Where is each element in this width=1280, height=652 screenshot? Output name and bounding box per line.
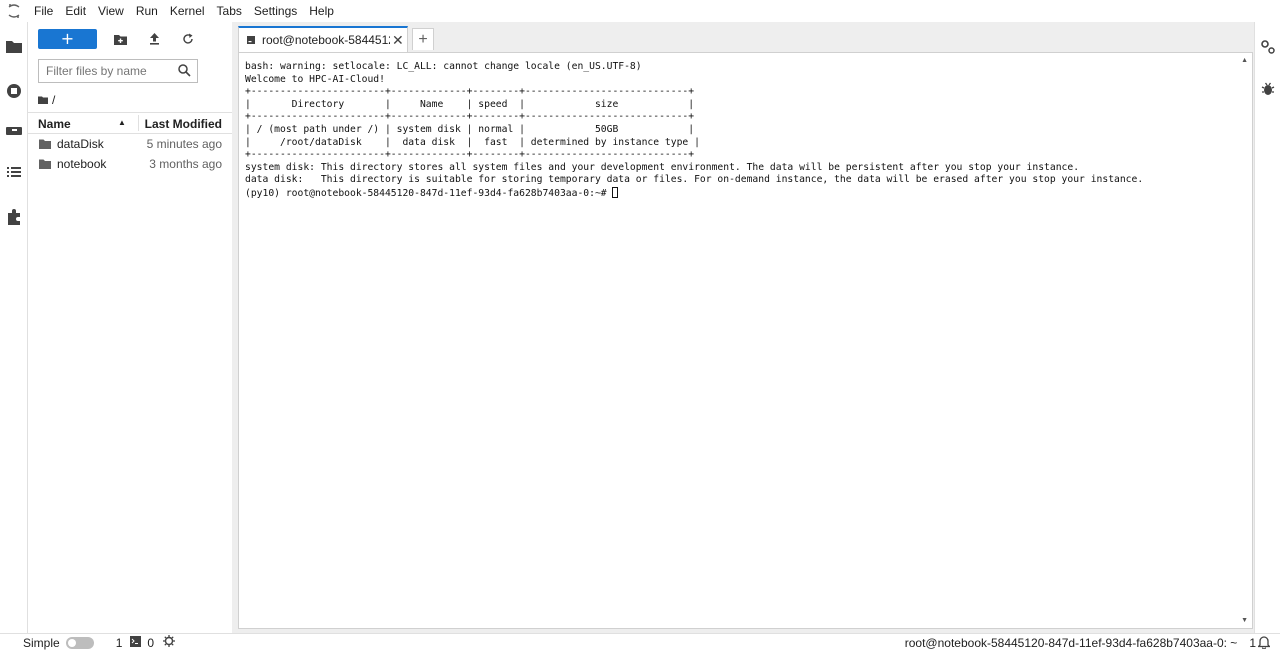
terminal-output[interactable]: bash: warning: setlocale: LC_ALL: cannot…: [245, 61, 1143, 201]
terminal-line: | Directory | Name | speed | size |: [245, 98, 695, 110]
simple-mode-label: Simple: [23, 635, 60, 650]
terminal-line: bash: warning: setlocale: LC_ALL: cannot…: [245, 61, 642, 72]
refresh-icon[interactable]: [171, 29, 205, 49]
terminal-cursor: [612, 186, 619, 198]
terminals-count[interactable]: 0: [147, 636, 154, 650]
scroll-down-arrow-icon[interactable]: ▼: [1241, 617, 1248, 624]
terminal-line: +-----------------------+-------------+-…: [245, 111, 695, 123]
file-name: dataDisk: [57, 137, 104, 151]
breadcrumb-root[interactable]: /: [52, 93, 55, 107]
terminal-line: data disk: This directory is suitable fo…: [245, 174, 1144, 186]
menu-settings[interactable]: Settings: [248, 0, 303, 22]
menu-file[interactable]: File: [28, 0, 59, 22]
folder-icon[interactable]: [38, 96, 48, 104]
terminal-path: root@notebook-58445120-847d-11ef-93d4-fa…: [904, 636, 1238, 650]
property-inspector-gears-icon[interactable]: [1259, 38, 1277, 56]
right-sidebar: [1254, 22, 1280, 633]
tab-terminal[interactable]: root@notebook-58445120-8 ✕: [238, 26, 408, 52]
debugger-bug-icon[interactable]: [1259, 80, 1277, 98]
commands-icon[interactable]: [4, 121, 24, 141]
left-activity-bar: [0, 22, 28, 633]
sort-ascending-icon: ▲: [118, 118, 126, 127]
file-row-datadisk[interactable]: dataDisk 5 minutes ago: [28, 134, 232, 154]
terminal-line: +-----------------------+-------------+-…: [245, 149, 695, 161]
menu-view[interactable]: View: [92, 0, 130, 22]
extensions-puzzle-icon[interactable]: [4, 207, 24, 227]
menu-bar: File Edit View Run Kernel Tabs Settings …: [0, 0, 1280, 22]
table-of-contents-icon[interactable]: [4, 162, 24, 182]
terminal-line: +-----------------------+-------------+-…: [245, 86, 695, 98]
new-launcher-button[interactable]: +: [38, 29, 97, 49]
column-name-header[interactable]: Name: [38, 117, 71, 131]
tab-bar: root@notebook-58445120-8 ✕ +: [232, 22, 1254, 52]
terminal-line: system disk: This directory stores all s…: [245, 161, 1080, 173]
folder-icon: [39, 138, 51, 152]
running-sessions-icon[interactable]: [4, 81, 24, 101]
file-modified: 5 minutes ago: [146, 137, 222, 151]
terminal-icon: [247, 33, 255, 47]
filter-files-input[interactable]: [46, 61, 176, 81]
terminal-line: Welcome to HPC-AI-Cloud!: [245, 73, 385, 85]
breadcrumb: /: [38, 92, 55, 108]
folder-icon: [39, 158, 51, 172]
listing-header: Name ▲ Last Modified: [28, 112, 232, 134]
menu-run[interactable]: Run: [130, 0, 164, 22]
status-bar: Simple 1 0 root@notebook-58445120-847d-1…: [0, 633, 1280, 651]
menu-edit[interactable]: Edit: [59, 0, 92, 22]
jupyter-logo-icon: [0, 0, 28, 22]
terminal-prompt: (py10) root@notebook-58445120-847d-11ef-…: [245, 187, 613, 199]
status-right: root@notebook-58445120-847d-11ef-93d4-fa…: [905, 636, 1256, 650]
close-icon[interactable]: ✕: [392, 32, 404, 49]
file-row-notebook[interactable]: notebook 3 months ago: [28, 154, 232, 174]
file-browser-toolbar: +: [38, 29, 205, 49]
file-browser: + / Name ▲ Last Modified dataDisk 5 minu…: [28, 22, 232, 633]
kernel-activity-gear-icon[interactable]: [163, 635, 176, 650]
file-modified: 3 months ago: [149, 157, 222, 171]
menu-kernel[interactable]: Kernel: [164, 0, 211, 22]
terminal-line: | /root/dataDisk | data disk | fast | de…: [245, 136, 700, 148]
add-tab-button[interactable]: +: [412, 28, 434, 50]
notification-bell-icon[interactable]: [1256, 636, 1272, 652]
upload-icon[interactable]: [137, 29, 171, 49]
tab-label: root@notebook-58445120-8: [262, 33, 390, 47]
scroll-up-arrow-icon[interactable]: ▲: [1241, 57, 1248, 64]
kernels-count[interactable]: 1: [116, 636, 123, 650]
main-dock-area: root@notebook-58445120-8 ✕ + bash: warni…: [232, 22, 1254, 633]
folder-icon[interactable]: [4, 36, 24, 56]
terminal-icon: [130, 635, 142, 650]
menu-help[interactable]: Help: [303, 0, 340, 22]
new-folder-icon[interactable]: [103, 29, 137, 49]
file-name: notebook: [57, 157, 107, 171]
column-divider: [138, 115, 139, 131]
menu-tabs[interactable]: Tabs: [211, 0, 248, 22]
terminal-panel[interactable]: bash: warning: setlocale: LC_ALL: cannot…: [238, 52, 1253, 629]
column-modified-header[interactable]: Last Modified: [145, 117, 222, 131]
filter-box: [38, 59, 198, 83]
search-icon: [178, 64, 191, 80]
simple-mode-toggle[interactable]: [65, 636, 94, 649]
menu-items: File Edit View Run Kernel Tabs Settings …: [28, 0, 340, 22]
line-number: 1: [1249, 636, 1256, 650]
terminal-line: | / (most path under /) | system disk | …: [245, 123, 695, 135]
